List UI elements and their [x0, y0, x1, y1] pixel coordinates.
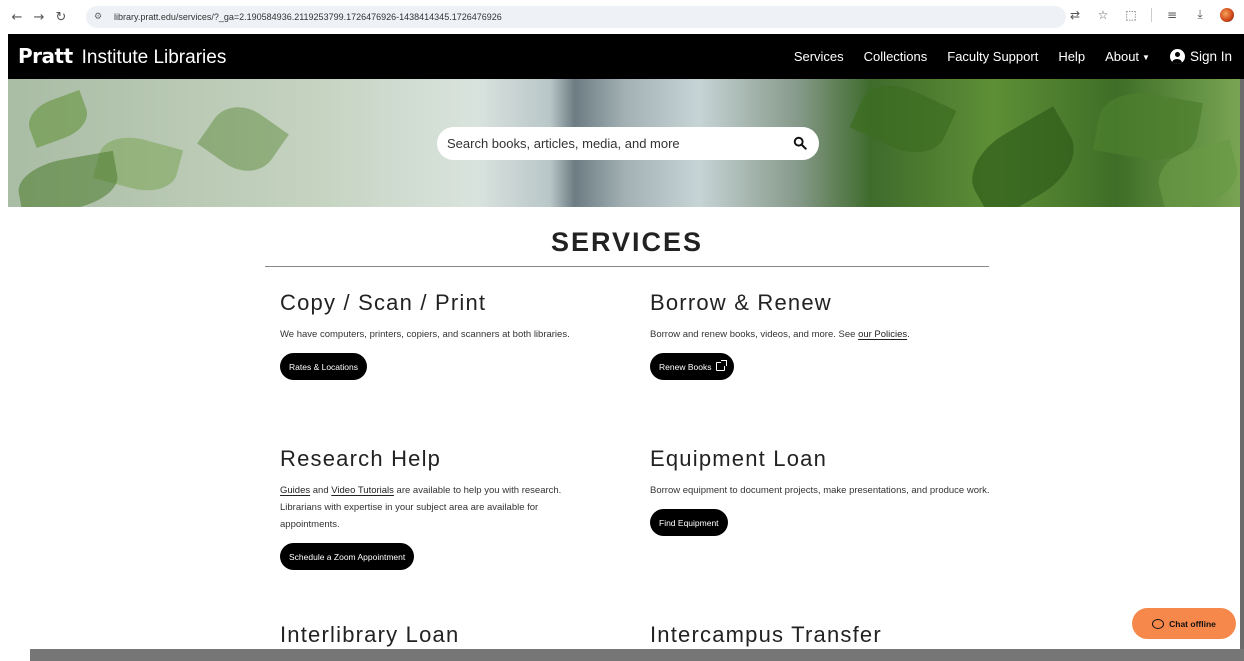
hero-banner: Search books, articles, media, and more: [8, 79, 1240, 207]
window-frame-edge: [30, 649, 1244, 661]
address-bar[interactable]: ⚙ library.pratt.edu/services/?_ga=2.1905…: [86, 6, 1066, 28]
card-heading: Intercampus Transfer: [650, 622, 882, 647]
reload-icon[interactable]: ↻: [50, 6, 72, 28]
service-card-equipment: Equipment Loan Borrow equipment to docum…: [650, 446, 995, 536]
schedule-zoom-button[interactable]: Schedule a Zoom Appointment: [280, 543, 415, 570]
site-title: Institute Libraries: [81, 47, 227, 68]
translate-icon[interactable]: ⇄: [1067, 8, 1083, 22]
service-card-borrow: Borrow & Renew Borrow and renew books, v…: [650, 290, 990, 380]
title-divider: [265, 266, 989, 267]
search-placeholder: Search books, articles, media, and more: [447, 136, 680, 151]
button-label: Rates & Locations: [289, 361, 358, 372]
window-frame-edge: [1240, 79, 1244, 661]
button-label: Renew Books: [659, 361, 712, 372]
foliage-shape: [197, 94, 289, 184]
search-input[interactable]: Search books, articles, media, and more: [437, 127, 819, 160]
foliage-shape: [957, 106, 1089, 207]
browser-actions: ⇄ ☆ ⬚ ≡ ⤓: [1067, 7, 1234, 22]
chat-button[interactable]: Chat offline: [1132, 608, 1236, 639]
card-heading: Research Help: [280, 446, 442, 471]
nav-help[interactable]: Help: [1058, 49, 1085, 64]
chat-bubble-icon: [1152, 618, 1165, 629]
extensions-icon[interactable]: ⬚: [1123, 8, 1139, 22]
pratt-logo: Pratt: [18, 44, 73, 68]
download-icon[interactable]: ⤓: [1192, 7, 1208, 22]
policies-link[interactable]: our Policies: [858, 329, 907, 340]
foliage-shape: [22, 89, 94, 149]
card-description: Borrow and renew books, videos, and more…: [650, 326, 990, 343]
sign-in-link[interactable]: Sign In: [1169, 49, 1232, 64]
site-settings-icon[interactable]: ⚙: [94, 12, 108, 22]
profile-icon[interactable]: [1220, 7, 1234, 22]
brand-link[interactable]: Pratt Institute Libraries: [18, 44, 226, 69]
video-tutorials-link[interactable]: Video Tutorials: [331, 485, 394, 496]
nav-collections[interactable]: Collections: [864, 49, 928, 64]
renew-books-button[interactable]: Renew Books: [650, 353, 735, 380]
card-description: Borrow equipment to document projects, m…: [650, 485, 990, 496]
site-header: Pratt Institute Libraries Services Colle…: [8, 34, 1244, 79]
card-heading: Copy / Scan / Print: [280, 290, 487, 315]
find-equipment-button[interactable]: Find Equipment: [650, 509, 728, 536]
button-label: Schedule a Zoom Appointment: [289, 551, 406, 562]
service-card-research: Research Help Guides and Video Tutorials…: [280, 446, 600, 570]
toolbar-divider: [1151, 7, 1152, 22]
forward-arrow-icon[interactable]: →: [28, 6, 50, 28]
and-text: and: [310, 485, 332, 496]
card-description: Guides and Video Tutorials are available…: [280, 482, 600, 533]
nav-services[interactable]: Services: [794, 49, 844, 64]
service-card-intercampus: Intercampus Transfer: [650, 622, 970, 648]
back-arrow-icon[interactable]: ←: [6, 6, 28, 28]
service-card-copy: Copy / Scan / Print We have computers, p…: [280, 290, 600, 380]
search-icon[interactable]: [793, 136, 807, 150]
nav-about-label: About: [1105, 49, 1140, 64]
description-text: Borrow and renew books, videos, and more…: [650, 329, 859, 340]
nav-about[interactable]: About ▼: [1105, 49, 1150, 64]
button-label: Find Equipment: [659, 517, 719, 528]
url-text: library.pratt.edu/services/?_ga=2.190584…: [114, 12, 502, 22]
page-title: SERVICES: [550, 227, 704, 257]
sign-in-label: Sign In: [1189, 49, 1232, 64]
nav-faculty-support[interactable]: Faculty Support: [947, 49, 1038, 64]
rates-locations-button[interactable]: Rates & Locations: [280, 353, 367, 380]
card-heading: Equipment Loan: [650, 446, 828, 471]
service-card-interlibrary: Interlibrary Loan: [280, 622, 600, 648]
guides-link[interactable]: Guides: [280, 485, 310, 496]
reading-list-icon[interactable]: ≡: [1164, 8, 1180, 22]
bookmark-star-icon[interactable]: ☆: [1095, 8, 1111, 22]
card-heading: Interlibrary Loan: [280, 622, 460, 647]
user-circle-icon: [1169, 49, 1185, 64]
browser-toolbar: ← → ↻ ⚙ library.pratt.edu/services/?_ga=…: [0, 0, 1244, 34]
chat-label: Chat offline: [1169, 618, 1216, 629]
description-text-end: .: [907, 329, 910, 340]
foliage-shape: [14, 150, 122, 207]
foliage-shape: [849, 79, 957, 166]
card-description: We have computers, printers, copiers, an…: [280, 329, 570, 340]
caret-down-icon: ▼: [1142, 53, 1150, 62]
card-heading: Borrow & Renew: [650, 290, 832, 315]
main-nav: Services Collections Faculty Support Hel…: [794, 34, 1232, 79]
external-link-icon: [716, 360, 728, 371]
